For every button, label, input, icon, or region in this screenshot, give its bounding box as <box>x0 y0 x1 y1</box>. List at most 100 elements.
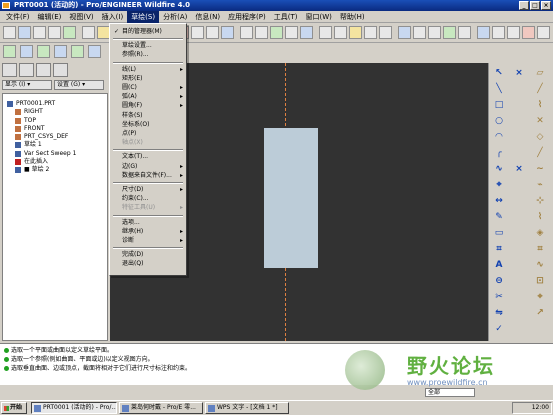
menu-item[interactable]: 选项... <box>112 218 184 227</box>
taskbar-item[interactable]: WPS 文字 - [文档 1 *] <box>205 402 289 414</box>
close-button[interactable]: × <box>541 1 551 10</box>
menu-item[interactable]: 分析(A) <box>159 11 191 23</box>
tab-favorites[interactable] <box>36 63 51 77</box>
menu-item[interactable]: 工具(T) <box>270 11 302 23</box>
toolbar-icon[interactable] <box>206 26 219 39</box>
toolbar-icon[interactable] <box>413 26 426 39</box>
datum-tool-icon[interactable]: ⌇ <box>533 98 547 112</box>
menu-item[interactable]: 目的管理器(M) <box>112 27 184 36</box>
toolbar-icon[interactable] <box>537 26 550 39</box>
menu-item[interactable]: 应用程序(P) <box>224 11 270 23</box>
sketch-tool-icon[interactable]: ⇋ <box>492 306 506 320</box>
datum-tool-icon[interactable]: ▱ <box>533 66 547 80</box>
toolbar-icon[interactable] <box>522 26 535 39</box>
sketch-rectangle[interactable] <box>264 128 318 268</box>
toolbar-icon[interactable] <box>300 26 313 39</box>
menu-item[interactable]: 弧(A) <box>112 92 184 101</box>
tree-item[interactable]: 在此插入 <box>3 158 107 166</box>
menu-item[interactable]: 视图(V) <box>65 11 97 23</box>
toolbar-icon[interactable] <box>364 26 377 39</box>
sketch-tool-icon[interactable]: ✓ <box>492 322 506 336</box>
datum-tool-icon[interactable]: ╱ <box>533 146 547 160</box>
menu-item[interactable]: 点(P) <box>112 129 184 138</box>
filter-select[interactable]: 全部 <box>425 388 475 397</box>
toolbar-icon[interactable] <box>221 26 234 39</box>
toolbar-icon[interactable] <box>33 26 46 39</box>
sketch-tool-icon[interactable]: ✂ <box>492 290 506 304</box>
datum-tool-icon[interactable]: ↗ <box>533 306 547 320</box>
toolbar-icon[interactable] <box>458 26 471 39</box>
datum-tool-icon[interactable]: ⌖ <box>533 290 547 304</box>
toolbar-icon[interactable] <box>191 26 204 39</box>
menu-item[interactable]: 约束(C)... <box>112 194 184 203</box>
tree-item[interactable]: ■ 草绘 2 <box>3 166 107 174</box>
menu-item[interactable]: 参照(R)... <box>112 50 184 59</box>
toolbar-icon[interactable] <box>20 45 33 58</box>
start-button[interactable]: 开始 <box>1 402 27 414</box>
tree-item[interactable]: 草绘 1 <box>3 141 107 149</box>
toolbar-icon[interactable] <box>270 26 283 39</box>
toolbar-icon[interactable] <box>48 26 61 39</box>
sketch-tool-icon[interactable]: ↔ <box>492 194 506 208</box>
sketch-tool-icon[interactable]: ╲ <box>492 82 506 96</box>
toolbar-icon[interactable] <box>3 26 16 39</box>
toolbar-icon[interactable] <box>398 26 411 39</box>
minimize-button[interactable]: _ <box>519 1 529 10</box>
menu-item[interactable]: 帮助(H) <box>336 11 369 23</box>
datum-tool-icon[interactable]: ⌇ <box>533 210 547 224</box>
toolbar-icon[interactable] <box>63 26 76 39</box>
toolbar-icon[interactable] <box>428 26 441 39</box>
toolbar-icon[interactable] <box>443 26 456 39</box>
menu-item[interactable]: 尺寸(D) <box>112 185 184 194</box>
maximize-button[interactable]: □ <box>530 1 540 10</box>
toolbar-icon[interactable] <box>240 26 253 39</box>
datum-tool-icon[interactable]: ⌁ <box>533 178 547 192</box>
menu-item[interactable]: 坐标系(O) <box>112 120 184 129</box>
menu-item[interactable]: 圆角(F) <box>112 101 184 110</box>
sketch-tool-icon[interactable]: ⌖ <box>492 178 506 192</box>
tree-item[interactable]: PRT0001.PRT <box>3 100 107 108</box>
toolbar-icon[interactable] <box>379 26 392 39</box>
toolbar-icon[interactable] <box>71 45 84 58</box>
menu-item[interactable]: 继承(H) <box>112 227 184 236</box>
sketch-tool-icon[interactable]: ✎ <box>492 210 506 224</box>
taskbar-item[interactable]: PRT0001 (活动的) - Pro/... <box>31 402 117 414</box>
tab-history[interactable] <box>53 63 68 77</box>
tree-item[interactable]: PRT_CSYS_DEF <box>3 133 107 141</box>
tree-item[interactable]: Var Sect Sweep 1 <box>3 150 107 158</box>
menu-item[interactable]: 诊断 <box>112 236 184 245</box>
menu-item[interactable]: 草绘(S) <box>127 10 160 23</box>
taskbar-item[interactable]: 莱岛何时戴 - Pro/E 零... <box>119 402 203 414</box>
toolbar-icon[interactable] <box>88 45 101 58</box>
toolbar-icon[interactable] <box>477 26 490 39</box>
datum-tool-icon[interactable]: ✕ <box>533 114 547 128</box>
toolbar-icon[interactable] <box>37 45 50 58</box>
toolbar-icon[interactable] <box>349 26 362 39</box>
tree-item[interactable]: RIGHT <box>3 108 107 116</box>
toolbar-icon[interactable] <box>18 26 31 39</box>
sketch-tool-icon[interactable]: ⌗ <box>492 242 506 256</box>
sketch-tool-icon[interactable]: ▭ <box>492 226 506 240</box>
toolbar-icon[interactable] <box>334 26 347 39</box>
menu-item[interactable]: 矩形(E) <box>112 74 184 83</box>
menu-item[interactable]: 数据来自文件(F)... <box>112 171 184 180</box>
toolbar-icon[interactable] <box>507 26 520 39</box>
sketch-tool-icon[interactable]: ○ <box>492 114 506 128</box>
sketch-tool-icon[interactable]: ∿ <box>492 162 506 176</box>
datum-tool-icon[interactable]: ∿ <box>533 258 547 272</box>
sketch-tool-icon[interactable]: A <box>492 258 506 272</box>
settings-dropdown[interactable]: 设置 (G) ▾ <box>54 80 104 90</box>
menu-item[interactable]: 文本(T)... <box>112 152 184 161</box>
datum-tool-icon[interactable]: ⊹ <box>533 194 547 208</box>
toolbar-icon[interactable] <box>54 45 67 58</box>
datum-tool-icon[interactable]: ∼ <box>533 162 547 176</box>
sketch-tool-icon[interactable]: ◠ <box>492 130 506 144</box>
datum-tool-icon[interactable]: ⌗ <box>533 242 547 256</box>
toolbar-icon[interactable] <box>3 45 16 58</box>
menu-item[interactable]: 草绘设置... <box>112 41 184 50</box>
sketch-tool-icon[interactable]: □ <box>492 98 506 112</box>
sketch-tool-icon[interactable]: ↖ <box>492 66 506 80</box>
menu-item[interactable]: 退出(Q) <box>112 259 184 268</box>
datum-tool-icon[interactable]: ⊡ <box>533 274 547 288</box>
menu-item[interactable]: 文件(F) <box>2 11 34 23</box>
